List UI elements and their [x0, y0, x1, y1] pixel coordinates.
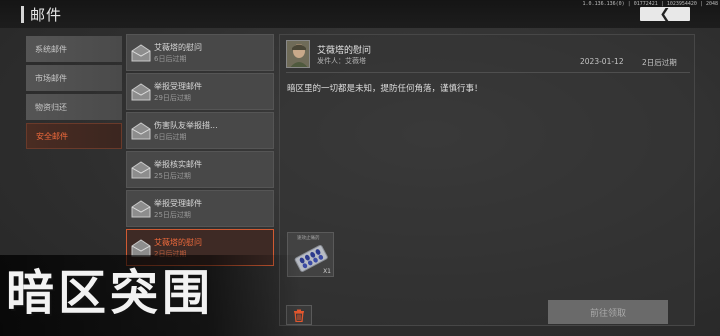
back-button[interactable]: ❮	[640, 7, 690, 21]
mail-title: 举报核实邮件	[154, 160, 202, 169]
category-market-mail[interactable]: 市场邮件	[26, 65, 122, 91]
envelope-open-icon	[131, 161, 151, 179]
game-logo-watermark: 暗区突围	[6, 265, 215, 321]
mail-detail-title: 艾薇塔的慰问	[317, 46, 372, 56]
category-label: 安全邮件	[36, 131, 68, 141]
mail-expiry: 25日后过期	[154, 211, 191, 219]
mail-item[interactable]: 举报核实邮件 25日后过期	[126, 151, 274, 188]
category-supply-return[interactable]: 物资归还	[26, 94, 122, 120]
mail-title: 艾薇塔的慰问	[154, 238, 202, 247]
soldier-portrait-icon	[287, 41, 309, 67]
mail-title: 举报受理邮件	[154, 199, 202, 208]
mail-title: 伤害队友举报措...	[154, 121, 218, 130]
mail-expiry-text: 2日后过期	[642, 58, 677, 67]
mail-expiry: 29日后过期	[154, 94, 191, 102]
mail-category-list: 系统邮件 市场邮件 物资归还 安全邮件	[26, 36, 122, 152]
category-system-mail[interactable]: 系统邮件	[26, 36, 122, 62]
mail-expiry: 6日后过期	[154, 133, 187, 141]
mail-item[interactable]: 伤害队友举报措... 6日后过期	[126, 112, 274, 149]
sender-avatar	[286, 40, 310, 68]
mail-expiry: 25日后过期	[154, 172, 191, 180]
envelope-open-icon	[131, 44, 151, 62]
envelope-open-icon	[131, 200, 151, 218]
mail-item[interactable]: 举报受理邮件 25日后过期	[126, 190, 274, 227]
attachment-name: 速效止痛药	[297, 236, 320, 241]
category-label: 市场邮件	[35, 73, 67, 83]
page-title: 邮件	[30, 6, 63, 24]
mail-date: 2023-01-12	[580, 57, 624, 66]
header-divider	[286, 72, 690, 73]
mail-expiry: 6日后过期	[154, 55, 187, 63]
category-label: 系统邮件	[35, 44, 67, 54]
mail-title: 举报受理邮件	[154, 82, 202, 91]
mail-item[interactable]: 举报受理邮件 29日后过期	[126, 73, 274, 110]
claim-button[interactable]: 前往领取	[548, 300, 668, 324]
title-marker	[21, 6, 24, 23]
attachment-count: X1	[323, 268, 331, 275]
mail-body-text: 暗区里的一切都是未知，提防任何角落，谨慎行事！	[287, 84, 483, 94]
envelope-open-icon	[131, 83, 151, 101]
category-security-mail[interactable]: 安全邮件	[26, 123, 122, 149]
sender-label: 发件人：艾薇塔	[317, 57, 366, 65]
envelope-open-icon	[131, 122, 151, 140]
category-label: 物资归还	[35, 102, 67, 112]
top-bar: 邮件 1.0.136.136(0) | 01772421 | 102395442…	[0, 0, 720, 28]
mail-list[interactable]: 艾薇塔的慰问 6日后过期 举报受理邮件 29日后过期 伤害队友举报措... 6日…	[126, 34, 274, 269]
chevron-left-icon: ❮	[659, 6, 671, 22]
mail-title: 艾薇塔的慰问	[154, 43, 202, 52]
mail-item[interactable]: 艾薇塔的慰问 6日后过期	[126, 34, 274, 71]
mail-detail-panel: 艾薇塔的慰问 发件人：艾薇塔 2023-01-12 2日后过期 暗区里的一切都是…	[279, 34, 695, 326]
